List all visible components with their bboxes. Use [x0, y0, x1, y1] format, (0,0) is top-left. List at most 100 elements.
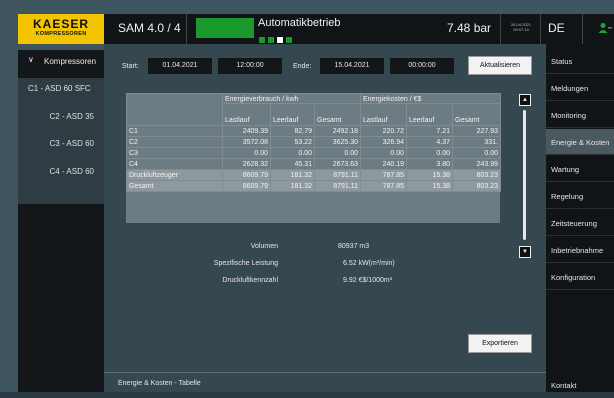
scroll-track[interactable] — [523, 110, 526, 240]
table-cell: 15.38 — [406, 180, 453, 192]
footer-bar: Energie & Kosten - Tabelle — [104, 372, 546, 393]
table-cell: 3.80 — [406, 158, 453, 170]
divider — [186, 14, 187, 44]
table-cell: 331. — [452, 136, 501, 148]
table-cell: 243.99 — [452, 158, 501, 170]
table-cell: 2628.32 — [222, 158, 271, 170]
table-cell: 8609.79 — [222, 169, 271, 181]
table-row: Druckluftzeuger 8609.79 181.32 8791.11 787.8… — [126, 169, 501, 181]
table-cell: 220.72 — [360, 125, 407, 137]
sidebar-item-c4[interactable]: C4 - ASD 60 — [8, 167, 94, 176]
table-cell: 0.00 — [314, 147, 361, 159]
sidebar-item-c3[interactable]: C3 - ASD 60 — [8, 139, 94, 148]
logo-brand: KAESER — [32, 17, 89, 31]
energy-group-header: Energieverbrauch / kwh — [222, 93, 361, 104]
row-name: C2 — [126, 136, 223, 148]
system-pressure: 7.48 bar — [447, 21, 492, 35]
end-time-input[interactable]: 00:00:00 — [390, 58, 454, 74]
table-cell: 227.93 — [452, 125, 501, 137]
table-row: C4 2628.32 45.31 2673.63 240.19 3.80 243.99 — [126, 158, 501, 170]
table-cell: 8791.11 — [314, 169, 361, 181]
language-selector[interactable]: DE — [548, 21, 565, 35]
sidebar-header-label: Kompressoren — [44, 57, 97, 66]
table-cell: 82.79 — [270, 125, 315, 137]
table-scrollbar[interactable]: ▲ ▼ — [519, 94, 531, 258]
nav-item-8[interactable]: Inbetriebnahme — [546, 237, 614, 263]
divider — [582, 14, 583, 44]
table-row: C3 0.00 0.00 0.00 0.00 0.00 0.00 — [126, 147, 501, 159]
cost-group-header: Energiekosten / €$ — [360, 93, 501, 104]
footer-title: Energie & Kosten - Tabelle — [118, 380, 201, 387]
table-cell: 803.23 — [452, 169, 501, 181]
summary-label: Spezifische Leistung — [213, 260, 278, 267]
table-group-header: Energieverbrauch / kwh Energiekosten / €… — [126, 93, 501, 126]
table-row: C2 3572.08 53.22 3625.30 326.94 4.37 331. — [126, 136, 501, 148]
operating-mode: Automatikbetrieb — [258, 17, 341, 29]
column-header: Leerlauf — [406, 103, 453, 126]
table-cell: 0.00 — [222, 147, 271, 159]
time: 09:07:14 — [513, 27, 529, 32]
summary-value: 6.52 kW(m³/min) — [343, 260, 395, 267]
row-name: Druckluftzeuger — [126, 169, 223, 181]
table-cell: 787.85 — [360, 180, 407, 192]
logo-sub: KOMPRESSOREN — [35, 31, 87, 37]
kaeser-logo: KAESER KOMPRESSOREN — [18, 14, 104, 44]
table-cell: 2492.18 — [314, 125, 361, 137]
end-label: Ende: — [293, 63, 312, 70]
summary-label: Volumen — [250, 243, 278, 250]
start-label: Start: — [122, 63, 139, 70]
user-icon[interactable] — [598, 22, 612, 34]
nav-item-contact[interactable]: Kontakt — [546, 372, 614, 398]
table-cell: 3625.30 — [314, 136, 361, 148]
table-cell: 0.00 — [360, 147, 407, 159]
row-name: C1 — [126, 125, 223, 137]
table-row: Gesamt 8609.79 181.32 8791.11 787.85 15.38 803… — [126, 180, 501, 192]
refresh-button[interactable]: Aktualisieren — [468, 56, 532, 75]
sidebar-item-c2[interactable]: C2 - ASD 35 — [8, 112, 94, 121]
export-button[interactable]: Exportieren — [468, 334, 532, 353]
end-date-input[interactable]: 15.04.2021 — [320, 58, 384, 74]
table-cell: 181.32 — [270, 169, 315, 181]
nav-item-1[interactable]: Status — [546, 48, 614, 74]
nav-item-6[interactable]: Regelung — [546, 183, 614, 209]
sidebar-item-c1[interactable]: C1 - ASD 60 SFC — [18, 84, 104, 93]
row-name: C3 — [126, 147, 223, 159]
nav-item-7[interactable]: Zeitsteuerung — [546, 210, 614, 236]
divider — [540, 14, 541, 44]
chevron-down-icon: ∨ — [28, 55, 34, 64]
table-cell: 4.37 — [406, 136, 453, 148]
row-name: C4 — [126, 158, 223, 170]
table-cell: 45.31 — [270, 158, 315, 170]
table-cell: 3572.08 — [222, 136, 271, 148]
date-time: 26.04.2021 09:07:14 — [508, 22, 534, 32]
table-cell: 787.85 — [360, 169, 407, 181]
table-cell: 326.94 — [360, 136, 407, 148]
column-header: Gesamt — [314, 103, 361, 126]
table-cell: 2409.39 — [222, 125, 271, 137]
nav-item-9[interactable]: Konfiguration — [546, 264, 614, 290]
table-row: C1 2409.39 82.79 2492.18 220.72 7.21 227.93 — [126, 125, 501, 137]
table-cell: 803.23 — [452, 180, 501, 192]
divider — [500, 14, 501, 44]
summary-value: 80937 m3 — [338, 243, 370, 250]
start-time-input[interactable]: 12:00:00 — [218, 58, 282, 74]
table-cell: 8791.11 — [314, 180, 361, 192]
nav-item-3[interactable]: Monitoring — [546, 102, 614, 128]
column-header: Leerlauf — [270, 103, 315, 126]
sidebar-header[interactable]: ∨ Kompressoren — [18, 52, 104, 72]
table-cell: 0.00 — [270, 147, 315, 159]
table-cell: 240.19 — [360, 158, 407, 170]
nav-item-4[interactable]: Energie & Kosten — [546, 129, 614, 155]
table-cell: 8609.79 — [222, 180, 271, 192]
scroll-down-icon[interactable]: ▼ — [519, 246, 531, 258]
summary-label: Druckluftkennzahl — [222, 277, 278, 284]
table-cell: 0.00 — [452, 147, 501, 159]
controller-model: SAM 4.0 / 4 — [118, 21, 181, 35]
status-indicator — [196, 18, 254, 38]
nav-item-2[interactable]: Meldungen — [546, 75, 614, 101]
column-header: Lastlauf — [222, 103, 271, 126]
nav-item-5[interactable]: Wartung — [546, 156, 614, 182]
summary-value: 9.92 €$/1000m³ — [343, 277, 393, 284]
scroll-up-icon[interactable]: ▲ — [519, 94, 531, 106]
start-date-input[interactable]: 01.04.2021 — [148, 58, 212, 74]
